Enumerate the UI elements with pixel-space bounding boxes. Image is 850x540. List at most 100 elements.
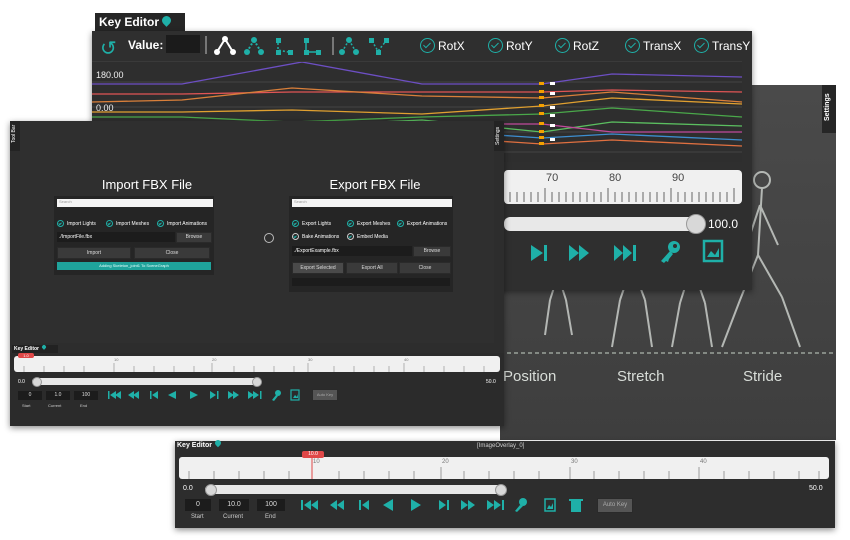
value-label: Value:: [128, 38, 164, 52]
start-field[interactable]: 0: [185, 499, 211, 511]
start-field[interactable]: 0: [18, 391, 42, 400]
save-icon[interactable]: [702, 239, 724, 263]
check-icon: [694, 38, 709, 53]
slider-knob-left[interactable]: [32, 377, 42, 387]
checkbox-label: Export Lights: [302, 220, 332, 227]
auto-key-button[interactable]: Auto Key: [597, 498, 633, 513]
playhead-marker[interactable]: 10.0: [302, 451, 324, 458]
export-lights-checkbox[interactable]: Export Lights: [292, 220, 331, 227]
start-label: Start: [22, 403, 31, 408]
channel-transx-toggle[interactable]: TransX: [625, 38, 681, 53]
ruler-label: 30: [308, 357, 313, 362]
auto-key-button[interactable]: Auto Key: [312, 389, 338, 401]
transport-controls-bottom[interactable]: [299, 497, 599, 513]
import-file-path[interactable]: ./ImportFile.fbx: [57, 232, 175, 242]
range-slider-top[interactable]: [504, 217, 700, 231]
checkbox-label: Embed Media: [357, 233, 388, 240]
toolbar-tab-label: Tool Bar: [11, 124, 17, 143]
end-field[interactable]: 100: [74, 391, 98, 400]
step-forward-icon[interactable]: [528, 242, 550, 264]
value-input[interactable]: [166, 35, 200, 53]
export-animations-checkbox[interactable]: Export Animations: [397, 220, 447, 227]
channel-transy-toggle[interactable]: TransY: [694, 38, 750, 53]
channel-rotx-toggle[interactable]: RotX: [420, 38, 465, 53]
export-file-path[interactable]: ./ExportExample.fbx: [292, 246, 412, 256]
undo-icon[interactable]: ↺: [100, 36, 117, 61]
channel-rotz-toggle[interactable]: RotZ: [555, 38, 599, 53]
export-search-input[interactable]: Search: [292, 199, 452, 207]
check-icon: [57, 220, 64, 227]
fbx-main-window: Tool Bar Settings Import FBX File Search…: [10, 121, 504, 426]
pin-icon: [41, 344, 47, 350]
sketch-label-stretch: Stretch: [617, 368, 665, 385]
import-search-input[interactable]: Search: [57, 199, 213, 207]
range-slider-bottom[interactable]: [205, 485, 503, 494]
current-field[interactable]: 10.0: [219, 499, 249, 511]
transport-controls-small[interactable]: [106, 389, 306, 401]
toolbar-side-tab[interactable]: Tool Bar: [10, 121, 20, 151]
pin-icon: [213, 438, 223, 448]
sketch-label-position: Position: [503, 368, 557, 385]
end-field[interactable]: 100: [257, 499, 285, 511]
key-editor-top-tab[interactable]: Key Editor: [95, 13, 185, 31]
current-label: Current: [48, 403, 62, 408]
export-close-button[interactable]: Close: [399, 262, 451, 274]
playhead-marker[interactable]: 1.0: [18, 353, 34, 358]
key-icon[interactable]: [658, 239, 682, 265]
embed-media-checkbox[interactable]: Embed Media: [347, 233, 388, 240]
export-all-button[interactable]: Export All: [346, 262, 398, 274]
import-animations-checkbox[interactable]: Import Animations: [157, 220, 207, 227]
channel-label: TransY: [712, 38, 751, 53]
ruler-ticks: [509, 188, 735, 202]
fast-forward-icon[interactable]: [567, 242, 593, 264]
ruler-label: 40: [700, 459, 707, 465]
sketch-label-stride: Stride: [743, 368, 783, 385]
import-close-button[interactable]: Close: [134, 247, 210, 259]
end-label: End: [80, 403, 88, 408]
graph-zero-label: 0.00: [96, 103, 114, 113]
range-slider-small[interactable]: [32, 378, 258, 385]
channel-label: RotY: [506, 38, 533, 53]
timeline-ruler-top[interactable]: 70 80 90: [504, 170, 742, 204]
export-meshes-checkbox[interactable]: Export Meshes: [347, 220, 390, 227]
current-field[interactable]: 1.0: [46, 391, 70, 400]
pin-icon: [160, 14, 173, 27]
slider-value: 100.0: [708, 217, 739, 231]
settings-side-tab-inner[interactable]: Settings: [494, 121, 504, 151]
slider-knob-right[interactable]: [495, 484, 507, 496]
channel-label: RotZ: [573, 38, 600, 53]
checkbox-label: Import Lights: [67, 220, 96, 227]
export-selected-button[interactable]: Export Selected: [292, 262, 344, 274]
import-button[interactable]: Import: [57, 247, 131, 259]
timeline-ruler-bottom[interactable]: 10 20 30 40: [179, 457, 829, 479]
check-icon: [488, 38, 503, 53]
ruler-label: 10: [313, 459, 320, 465]
jump-end-icon[interactable]: [612, 242, 640, 264]
channel-roty-toggle[interactable]: RotY: [488, 38, 533, 53]
export-browse-button[interactable]: Browse: [413, 246, 451, 257]
check-icon: [347, 220, 354, 227]
end-label: End: [265, 514, 276, 520]
checkbox-label: Bake Animations: [302, 233, 340, 240]
import-meshes-checkbox[interactable]: Import Meshes: [106, 220, 149, 227]
settings-side-tab[interactable]: Settings: [822, 85, 836, 133]
curve-tool-icons[interactable]: [214, 35, 414, 57]
bake-animations-checkbox[interactable]: Bake Animations: [292, 233, 339, 240]
slider-knob[interactable]: [686, 214, 706, 234]
settings-tab-label: Settings: [824, 93, 831, 121]
ruler-label: 80: [609, 172, 622, 184]
timeline-ruler-small[interactable]: 10 20 30 40: [14, 356, 500, 372]
check-icon: [397, 220, 404, 227]
import-browse-button[interactable]: Browse: [176, 232, 212, 243]
key-editor-bottom-tab[interactable]: Key Editor: [177, 438, 227, 451]
check-icon: [420, 38, 435, 53]
ruler-label: 90: [672, 172, 685, 184]
import-lights-checkbox[interactable]: Import Lights: [57, 220, 96, 227]
check-icon: [157, 220, 164, 227]
slider-knob-left[interactable]: [205, 484, 217, 496]
import-status-bar: Adding Skeleton_joint1 To SceneGraph: [57, 262, 211, 270]
check-icon: [625, 38, 640, 53]
small-key-editor-tab[interactable]: Key Editor: [12, 344, 58, 353]
slider-knob-right[interactable]: [252, 377, 262, 387]
ruler-label: 40: [404, 357, 409, 362]
